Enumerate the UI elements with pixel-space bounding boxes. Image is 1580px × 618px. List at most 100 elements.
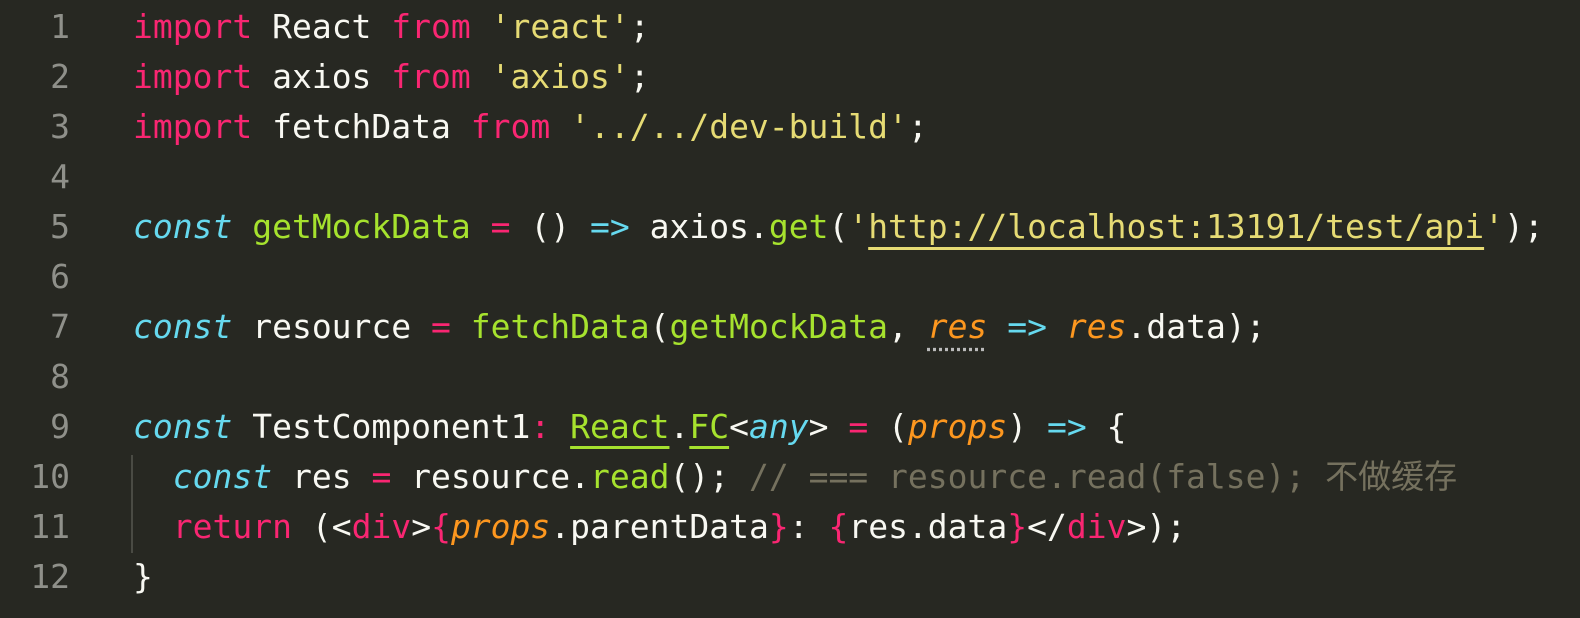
code-token: axios	[252, 57, 392, 96]
code-token: const	[133, 207, 233, 246]
code-text[interactable]: const res = resource.read(); // === reso…	[133, 452, 1457, 502]
code-token: 'axios'	[490, 57, 630, 96]
code-line[interactable]: 3 import fetchData from '../../dev-build'…	[0, 102, 1580, 152]
code-token: :	[788, 507, 829, 546]
code-token: React	[570, 407, 670, 446]
code-token: div	[351, 507, 412, 546]
code-token: =	[371, 457, 392, 496]
code-token: props	[907, 407, 1008, 446]
code-text[interactable]: return (<div>{props.parentData}: {res.da…	[133, 502, 1186, 552]
code-token: ;	[629, 7, 650, 46]
code-text[interactable]: }	[133, 552, 153, 602]
code-token: FC	[689, 407, 730, 446]
code-token: '	[848, 207, 869, 246]
code-token: import	[133, 7, 253, 46]
code-token: any	[748, 407, 809, 446]
line-number: 11	[30, 507, 70, 546]
code-token: (	[868, 407, 908, 446]
code-token: props	[450, 507, 551, 546]
code-token: res.data	[848, 507, 1008, 546]
line-number: 12	[30, 557, 70, 596]
code-token: return	[172, 507, 292, 546]
code-line[interactable]: 6	[0, 252, 1580, 302]
line-number: 8	[50, 357, 70, 396]
code-line[interactable]: 4	[0, 152, 1580, 202]
code-token: >	[808, 407, 849, 446]
code-token: axios.	[629, 207, 769, 246]
code-line[interactable]: 1 import React from 'react';	[0, 2, 1580, 52]
code-token: '../../dev-build'	[570, 107, 908, 146]
code-token: import	[133, 57, 253, 96]
code-line[interactable]: 2 import axios from 'axios';	[0, 52, 1580, 102]
code-token: =	[431, 307, 451, 346]
code-token: (	[649, 307, 670, 346]
code-token: <	[729, 407, 749, 446]
line-number: 5	[50, 207, 70, 246]
code-token: from	[470, 107, 551, 146]
code-token: =>	[590, 207, 630, 246]
code-token: {	[431, 507, 451, 546]
code-text[interactable]: const getMockData = () => axios.get('htt…	[133, 202, 1544, 252]
code-token: =>	[1047, 407, 1087, 446]
code-token: http://localhost:13191/test/api	[868, 207, 1485, 246]
code-line[interactable]: 5 const getMockData = () => axios.get('ht…	[0, 202, 1580, 252]
code-text[interactable]: import axios from 'axios';	[133, 52, 650, 102]
code-token: .	[669, 407, 690, 446]
code-token: {	[1086, 407, 1127, 446]
code-token: }	[133, 557, 153, 596]
code-token: '	[1484, 207, 1504, 246]
line-number: 6	[50, 257, 70, 296]
code-token: // === resource.read(false); 不做缓存	[748, 457, 1458, 496]
code-token: res	[927, 307, 988, 346]
code-token: }	[1007, 507, 1028, 546]
code-token: read	[590, 457, 670, 496]
code-token: res	[1066, 307, 1127, 346]
line-number: 10	[30, 457, 70, 496]
line-number: 4	[50, 157, 70, 196]
code-token: fetchData	[470, 307, 650, 346]
code-token: TestComponent1	[232, 407, 531, 446]
code-token: resource	[232, 307, 432, 346]
code-token: ;	[629, 57, 650, 96]
code-line[interactable]: 9 const TestComponent1: React.FC<any> = (…	[0, 402, 1580, 452]
code-text[interactable]: import fetchData from '../../dev-build';	[133, 102, 928, 152]
code-token: const	[133, 307, 233, 346]
code-line[interactable]: 12}	[0, 552, 1580, 602]
code-token: =>	[1007, 307, 1047, 346]
code-token: {	[828, 507, 849, 546]
code-line[interactable]: 7 const resource = fetchData(getMockData,…	[0, 302, 1580, 352]
code-token: =	[490, 207, 511, 246]
code-line[interactable]: 10 const res = resource.read(); // === r…	[0, 452, 1580, 502]
code-token: get	[768, 207, 829, 246]
code-line[interactable]: 11 return (<div>{props.parentData}: {res…	[0, 502, 1580, 552]
code-token: ;	[907, 107, 928, 146]
code-token: =	[848, 407, 869, 446]
code-text[interactable]: import React from 'react';	[133, 2, 650, 52]
line-number: 9	[50, 407, 70, 446]
code-token: React	[252, 7, 392, 46]
code-token: import	[133, 107, 253, 146]
code-token: 'react'	[490, 7, 630, 46]
code-token: getMockData	[669, 307, 889, 346]
code-token: </	[1027, 507, 1067, 546]
code-token: >);	[1126, 507, 1187, 546]
code-token: (<	[291, 507, 352, 546]
line-number: 1	[50, 7, 70, 46]
code-text[interactable]: const resource = fetchData(getMockData, …	[133, 302, 1266, 352]
code-token: >	[411, 507, 432, 546]
code-line[interactable]: 8	[0, 352, 1580, 402]
code-editor[interactable]: 1 import React from 'react'; 2 import axios…	[0, 0, 1580, 618]
code-text[interactable]: const TestComponent1: React.FC<any> = (p…	[133, 402, 1127, 452]
code-token: fetchData	[252, 107, 471, 146]
line-number: 2	[50, 57, 70, 96]
line-number: 7	[50, 307, 70, 346]
code-token: .data);	[1126, 307, 1266, 346]
